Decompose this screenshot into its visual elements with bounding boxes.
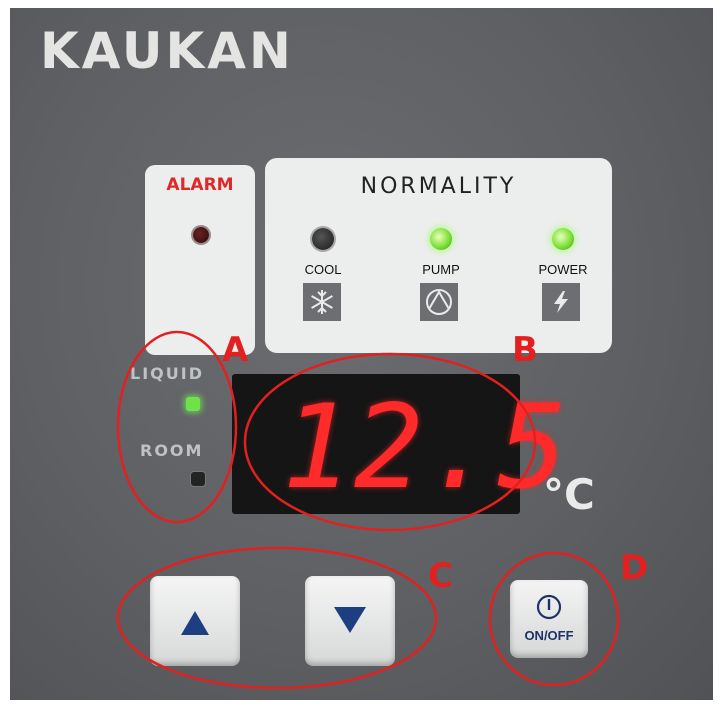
annotation-circle-a bbox=[116, 330, 238, 524]
annotation-label-d: D bbox=[620, 548, 649, 588]
annotation-label-c: C bbox=[428, 556, 453, 596]
annotation-circle-c bbox=[116, 546, 438, 690]
annotation-label-a: A bbox=[222, 330, 249, 370]
annotation-overlay bbox=[116, 330, 620, 690]
annotation-circle-b bbox=[243, 352, 537, 532]
annotation-label-b: B bbox=[512, 330, 538, 370]
annotation-circle-d bbox=[488, 551, 620, 687]
